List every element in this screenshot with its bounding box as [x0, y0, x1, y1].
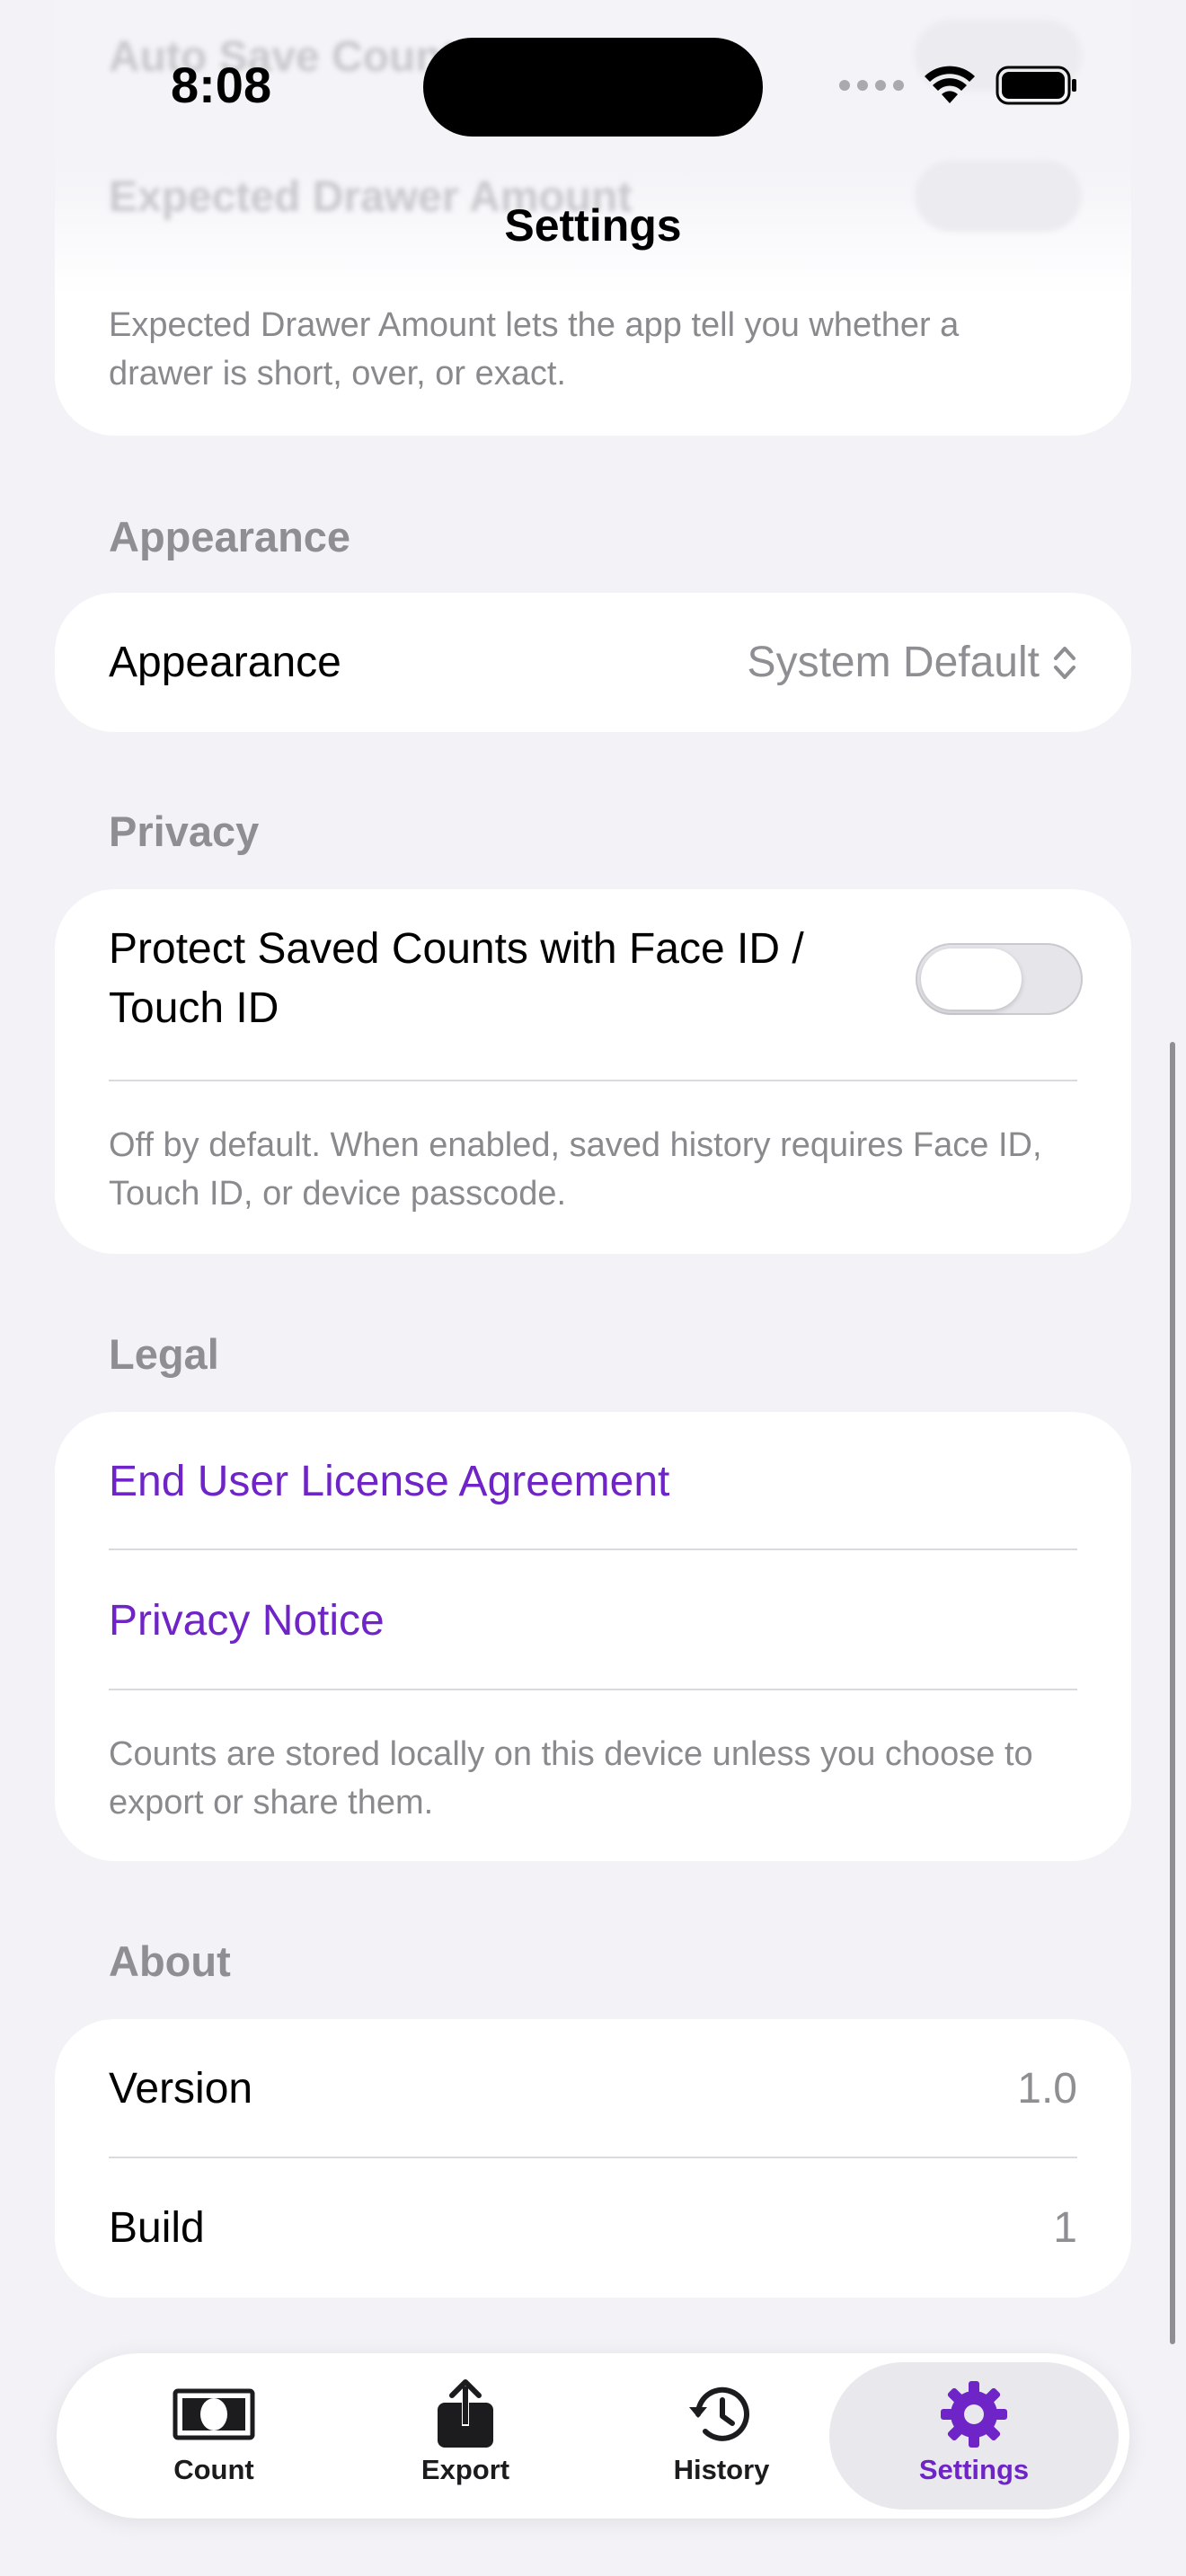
tab-bar: Count Export History Settings [57, 2353, 1129, 2519]
wifi-icon [925, 66, 975, 103]
build-label: Build [109, 2204, 205, 2252]
version-value: 1.0 [1017, 2065, 1077, 2113]
battery-icon [996, 66, 1076, 105]
tab-history[interactable]: History [596, 2353, 847, 2519]
appearance-section-header: Appearance [109, 513, 351, 560]
appearance-picker-row[interactable]: Appearance System Default [109, 593, 1077, 732]
page-title: Settings [504, 200, 682, 251]
face-id-toggle[interactable] [916, 943, 1083, 1015]
face-id-toggle-row: Protect Saved Counts with Face ID / Touc… [109, 925, 1083, 1033]
face-id-toggle-label: Protect Saved Counts with Face ID / Touc… [109, 925, 804, 1032]
eula-link[interactable]: End User License Agreement [109, 1457, 669, 1506]
appearance-picker[interactable]: System Default [748, 638, 1077, 687]
tab-export[interactable]: Export [340, 2353, 591, 2519]
build-value: 1 [1053, 2204, 1077, 2252]
share-icon [438, 2379, 493, 2448]
appearance-value: System Default [747, 639, 1040, 686]
dynamic-island [423, 38, 763, 137]
divider [109, 1548, 1077, 1550]
privacy-card: Protect Saved Counts with Face ID / Touc… [55, 889, 1131, 1254]
about-section-header: About [109, 1937, 231, 1985]
privacy-section-header: Privacy [109, 807, 260, 855]
legal-card: End User License Agreement Privacy Notic… [55, 1412, 1131, 1861]
scrollbar[interactable] [1170, 1042, 1175, 2344]
legal-footnote: Counts are stored locally on this device… [109, 1735, 1033, 1822]
privacy-notice-row[interactable]: Privacy Notice [109, 1551, 1077, 1690]
appearance-label: Appearance [109, 639, 341, 686]
version-label: Version [109, 2065, 253, 2113]
settings-screen: Expected Drawer Amount lets the app tell… [0, 0, 1186, 2576]
cellular-signal-icon [839, 80, 904, 91]
eula-row[interactable]: End User License Agreement [109, 1412, 1077, 1551]
history-clock-icon [689, 2386, 749, 2441]
appearance-card: Appearance System Default [55, 593, 1131, 732]
tab-settings-label: Settings [918, 2454, 1030, 2485]
tab-export-label: Export [420, 2454, 510, 2485]
auto-save-count-label: Auto Save Count [109, 33, 456, 81]
divider [109, 1080, 1077, 1081]
gear-icon [941, 2381, 1007, 2448]
tab-history-label: History [673, 2454, 770, 2485]
privacy-notice-link[interactable]: Privacy Notice [109, 1596, 385, 1645]
chevron-up-down-icon [1054, 646, 1075, 679]
status-icons [839, 65, 1078, 106]
version-row: Version 1.0 [109, 2019, 1077, 2158]
status-time: 8:08 [171, 57, 272, 113]
tab-settings[interactable]: Settings [848, 2353, 1100, 2519]
tab-count[interactable]: Count [88, 2353, 340, 2519]
about-card: Version 1.0 Build 1 [55, 2019, 1131, 2298]
privacy-footnote: Off by default. When enabled, saved hist… [109, 1126, 1042, 1213]
banknote-icon [173, 2388, 255, 2440]
divider [109, 1689, 1077, 1690]
toggle-knob [921, 948, 1022, 1010]
build-row: Build 1 [109, 2158, 1077, 2298]
tab-count-label: Count [173, 2454, 254, 2485]
legal-section-header: Legal [109, 1330, 219, 1378]
expected-drawer-footnote: Expected Drawer Amount lets the app tell… [109, 306, 960, 393]
